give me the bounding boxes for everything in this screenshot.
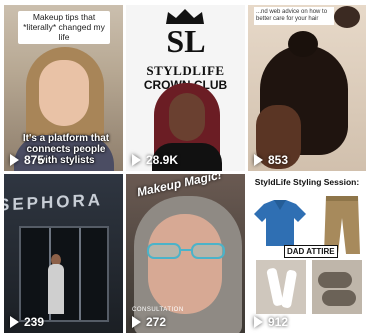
play-icon bbox=[254, 154, 263, 166]
sneakers-image bbox=[312, 260, 362, 314]
play-icon bbox=[10, 316, 19, 328]
play-icon bbox=[254, 316, 263, 328]
view-count: 239 bbox=[10, 315, 44, 329]
view-count: 912 bbox=[254, 315, 288, 329]
play-icon bbox=[132, 316, 141, 328]
view-count: 28.9K bbox=[132, 153, 178, 167]
video-title: StyldLife Styling Session: bbox=[254, 177, 360, 187]
view-count: 272 bbox=[132, 315, 166, 329]
play-icon bbox=[132, 154, 141, 166]
video-grid: Makeup tips that *literally* changed my … bbox=[4, 5, 366, 333]
view-count-label: 912 bbox=[268, 315, 289, 329]
video-tile-4[interactable]: SEPHORA 239 bbox=[4, 174, 123, 333]
view-count-label: 875 bbox=[24, 153, 45, 167]
view-count-label: 853 bbox=[268, 153, 289, 167]
video-tile-2[interactable]: SL STYLDLIFE CROWN CLUB 28.9K bbox=[126, 5, 245, 171]
view-count-label: 272 bbox=[146, 315, 167, 329]
view-count-label: 239 bbox=[24, 315, 45, 329]
video-tile-6[interactable]: StyldLife Styling Session: DAD ATTIRE 91… bbox=[248, 174, 366, 333]
video-corner-text: CONSULTATION bbox=[132, 307, 184, 313]
play-icon bbox=[10, 154, 19, 166]
glasses-icon bbox=[147, 243, 225, 259]
video-caption: ...nd web advice on how to better care f… bbox=[254, 7, 334, 25]
socks-image bbox=[256, 260, 306, 314]
polo-shirt-icon bbox=[254, 200, 306, 246]
video-tile-5[interactable]: Makeup Magic! CONSULTATION 272 bbox=[126, 174, 245, 333]
view-count-label: 28.9K bbox=[146, 153, 179, 167]
video-tile-1[interactable]: Makeup tips that *literally* changed my … bbox=[4, 5, 123, 171]
video-tile-3[interactable]: ...nd web advice on how to better care f… bbox=[248, 5, 366, 171]
video-caption: Makeup tips that *literally* changed my … bbox=[18, 11, 110, 45]
avatar bbox=[334, 6, 360, 28]
brand-name: STYLDLIFE bbox=[146, 63, 225, 78]
view-count: 853 bbox=[254, 153, 288, 167]
brand-monogram: SL bbox=[166, 23, 206, 59]
view-count: 875 bbox=[10, 153, 44, 167]
outfit-label: DAD ATTIRE bbox=[284, 245, 338, 258]
